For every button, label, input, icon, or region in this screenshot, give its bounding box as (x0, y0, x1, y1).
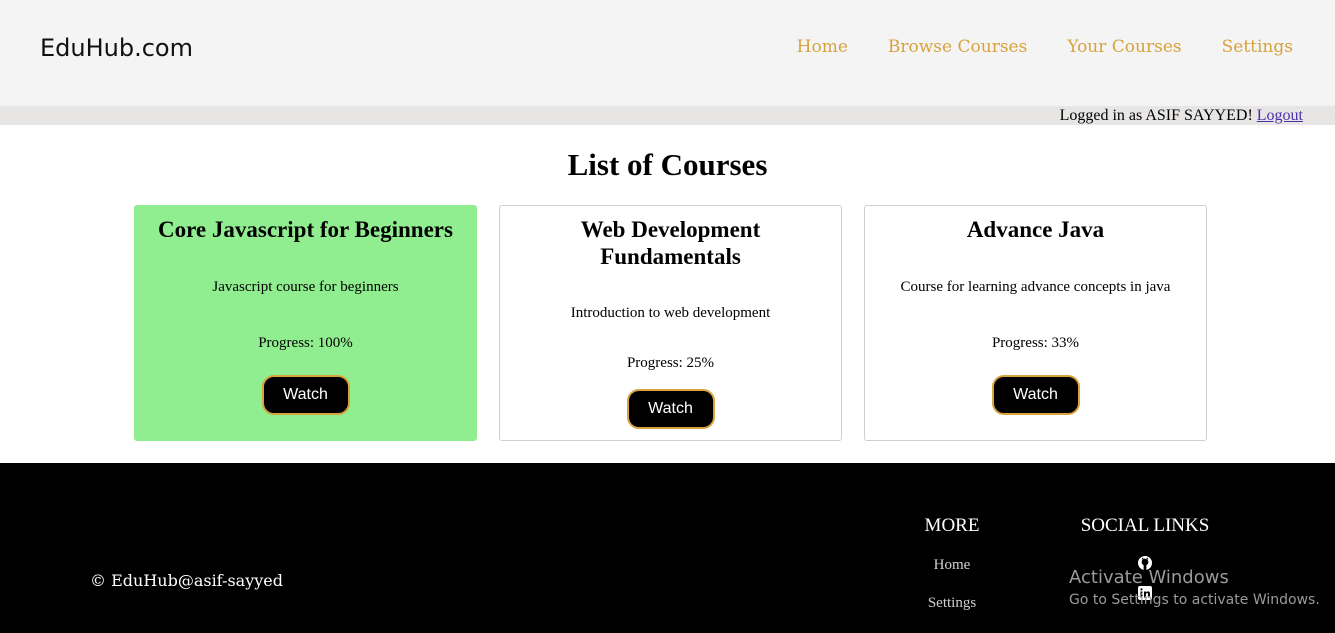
page-title: List of Courses (567, 147, 768, 182)
logout-link[interactable]: Logout (1257, 107, 1303, 124)
social-links-heading: SOCIAL LINKS (1080, 515, 1210, 536)
logged-in-text: Logged in as ASIF SAYYED! (1059, 107, 1253, 124)
course-progress: Progress: 25% (626, 355, 715, 371)
nav-browse-courses[interactable]: Browse Courses (888, 37, 1027, 57)
course-title: Web Development Fundamentals (580, 217, 761, 269)
linkedin-icon[interactable] (1137, 585, 1153, 601)
watch-button[interactable]: Watch (991, 375, 1080, 415)
footer-social-section: SOCIAL LINKS (1070, 514, 1220, 601)
course-card: Core Javascript for Beginners Javascript… (134, 205, 477, 441)
site-logo[interactable]: EduHub.com (40, 34, 193, 62)
course-card: Advance Java Course for learning advance… (864, 205, 1207, 441)
main-nav: Home Browse Courses Your Courses Setting… (797, 37, 1293, 57)
user-status: Logged in as ASIF SAYYED! Logout (1060, 106, 1303, 125)
course-description: Course for learning advance concepts in … (900, 279, 1171, 295)
nav-home[interactable]: Home (797, 37, 848, 57)
nav-your-courses[interactable]: Your Courses (1067, 37, 1181, 57)
course-title: Core Javascript for Beginners (158, 217, 453, 242)
course-description: Introduction to web development (570, 305, 771, 321)
user-bar: Logged in as ASIF SAYYED! Logout (0, 106, 1335, 125)
course-progress: Progress: 100% (258, 335, 353, 351)
course-progress: Progress: 33% (991, 335, 1080, 351)
footer-more-section: MORE Home Settings (902, 514, 1002, 613)
site-header: EduHub.com Home Browse Courses Your Cour… (0, 0, 1335, 106)
nav-settings[interactable]: Settings (1222, 37, 1293, 57)
more-heading: MORE (924, 515, 980, 536)
footer-link-home[interactable]: Home (902, 555, 1002, 575)
course-title: Advance Java (966, 217, 1105, 242)
copyright-text: © EduHub@asif-sayyed (90, 571, 283, 590)
site-footer: © EduHub@asif-sayyed MORE Home Settings … (0, 463, 1335, 633)
footer-link-settings[interactable]: Settings (902, 593, 1002, 613)
watch-button[interactable]: Watch (261, 375, 350, 415)
watch-button[interactable]: Watch (626, 389, 715, 429)
course-description: Javascript course for beginners (212, 279, 399, 295)
github-icon[interactable] (1137, 555, 1153, 571)
course-card: Web Development Fundamentals Introductio… (499, 205, 842, 441)
